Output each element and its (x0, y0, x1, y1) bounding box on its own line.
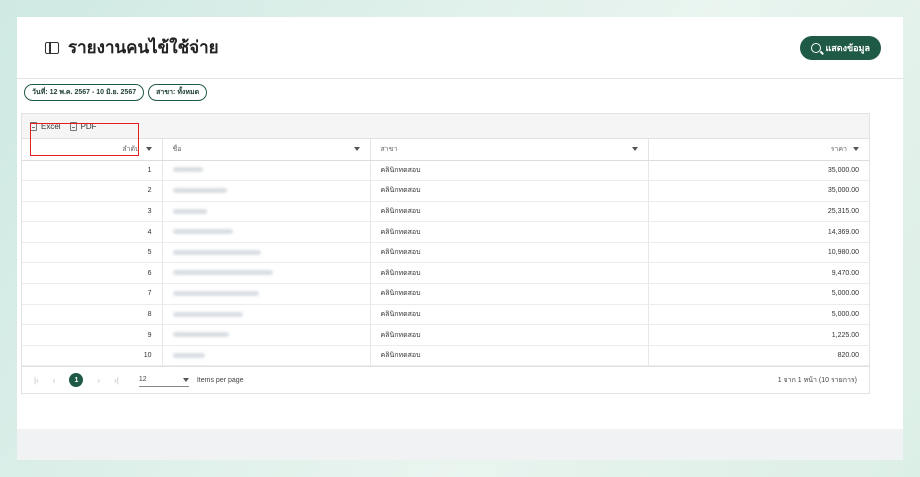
cell-branch: คลินิกทดสอบ (370, 324, 649, 346)
column-index-label: ลำดับ (122, 145, 140, 153)
cell-price: 5,000.00 (648, 304, 869, 326)
items-per-page-label: Items per page (196, 376, 244, 384)
cell-price: 5,000.00 (648, 283, 869, 305)
table-row[interactable]: 10 คลินิกทดสอบ 820.00 (22, 345, 869, 367)
branch-chip[interactable]: สาขา: ทั้งหมด (148, 84, 208, 101)
table-row[interactable]: 8 คลินิกทดสอบ 5,000.00 (22, 304, 869, 326)
cell-branch: คลินิกทดสอบ (370, 283, 649, 305)
cell-branch: คลินิกทดสอบ (370, 262, 649, 285)
cell-branch: คลินิกทดสอบ (370, 242, 649, 264)
first-page-icon[interactable]: |‹ (34, 376, 39, 385)
cell-index: 9 (22, 324, 163, 346)
cell-index: 6 (22, 262, 163, 285)
show-data-label: แสดงข้อมูล (825, 42, 870, 53)
table-row[interactable]: 2 คลินิกทดสอบ 35,000.00 (22, 180, 869, 202)
search-icon (811, 42, 822, 53)
sort-caret-icon[interactable] (145, 147, 152, 152)
excel-file-icon (30, 121, 37, 131)
cell-price: 35,000.00 (648, 160, 869, 182)
sort-caret-icon[interactable] (631, 147, 638, 152)
cell-name-redacted (162, 201, 371, 223)
cell-branch: คลินิกทดสอบ (370, 180, 649, 202)
cell-price: 1,225.00 (648, 324, 869, 346)
table-header-row: ลำดับ ชื่อ สาขา ราคา (22, 139, 869, 161)
pdf-file-icon (69, 121, 77, 131)
cell-branch: คลินิกทดสอบ (370, 345, 649, 367)
cell-name-redacted (162, 160, 371, 182)
column-header-branch[interactable]: สาขา (370, 139, 649, 161)
show-data-button[interactable]: แสดงข้อมูล (800, 35, 881, 60)
cell-name-redacted (162, 262, 371, 285)
table-row[interactable]: 5 คลินิกทดสอบ 10,980.00 (22, 242, 869, 264)
previous-page-icon[interactable]: ‹ (53, 376, 56, 385)
table-row[interactable]: 1 คลินิกทดสอบ 35,000.00 (22, 160, 869, 182)
page-size-value: 12 (138, 376, 147, 383)
cell-branch: คลินิกทดสอบ (370, 160, 649, 182)
column-branch-label: สาขา (380, 145, 398, 153)
column-name-label: ชื่อ (172, 145, 182, 153)
cell-branch: คลินิกทดสอบ (370, 221, 649, 243)
cell-name-redacted (162, 283, 371, 305)
page-title: รายงานคนไข้ใช้จ่าย (68, 38, 219, 57)
cell-name-redacted (162, 324, 371, 346)
page-button-current[interactable]: 1 (69, 373, 84, 387)
cell-index: 10 (22, 345, 163, 367)
last-page-icon[interactable]: ›| (114, 376, 119, 385)
report-table: ลำดับ ชื่อ สาขา ราคา 1 คลินิกทดสอบ 35,00… (22, 139, 869, 367)
next-page-icon[interactable]: › (97, 376, 100, 385)
table-row[interactable]: 6 คลินิกทดสอบ 9,470.00 (22, 262, 869, 285)
chevron-down-icon (182, 377, 189, 382)
filter-chips: วันที่: 12 พ.ค. 2567 - 10 มิ.ย. 2567 สาข… (24, 84, 208, 101)
cell-price: 25,315.00 (648, 201, 869, 223)
cell-name-redacted (162, 221, 371, 243)
cell-price: 9,470.00 (648, 262, 869, 285)
cell-price: 10,980.00 (648, 242, 869, 264)
cell-index: 3 (22, 201, 163, 223)
cell-name-redacted (162, 304, 371, 326)
export-toolbar: Excel PDF (22, 114, 869, 139)
footer-area (17, 429, 903, 460)
paginator: |‹ ‹ 1 › ›| 12 Items per page 1 จาก 1 หน… (22, 366, 869, 393)
cell-index: 5 (22, 242, 163, 264)
cell-name-redacted (162, 345, 371, 367)
page-size-select[interactable]: 12 (138, 373, 189, 387)
cell-branch: คลินิกทดสอบ (370, 201, 649, 223)
cell-branch: คลินิกทดสอบ (370, 304, 649, 326)
table-row[interactable]: 9 คลินิกทดสอบ 1,225.00 (22, 324, 869, 346)
cell-index: 7 (22, 283, 163, 305)
table-row[interactable]: 7 คลินิกทดสอบ 5,000.00 (22, 283, 869, 305)
cell-price: 14,369.00 (648, 221, 869, 243)
report-table-container: Excel PDF ลำดับ ชื่อ สาขา ราคา 1 คลินิกท… (21, 113, 870, 394)
excel-label: Excel (41, 121, 61, 131)
pagination-info: 1 จาก 1 หน้า (10 รายการ) (777, 376, 857, 384)
cell-index: 2 (22, 180, 163, 202)
cell-index: 4 (22, 221, 163, 243)
sort-caret-icon[interactable] (353, 147, 360, 152)
column-header-index[interactable]: ลำดับ (22, 139, 163, 161)
date-range-chip[interactable]: วันที่: 12 พ.ค. 2567 - 10 มิ.ย. 2567 (24, 84, 145, 101)
cell-name-redacted (162, 242, 371, 264)
cell-name-redacted (162, 180, 371, 202)
cell-price: 35,000.00 (648, 180, 869, 202)
cell-index: 1 (22, 160, 163, 182)
column-header-price[interactable]: ราคา (648, 139, 869, 161)
cell-index: 8 (22, 304, 163, 326)
sort-caret-icon[interactable] (853, 147, 859, 152)
export-pdf-button[interactable]: PDF (69, 121, 97, 131)
column-price-label: ราคา (830, 145, 847, 153)
cell-price: 820.00 (648, 345, 869, 367)
page-header: รายงานคนไข้ใช้จ่าย แสดงข้อมูล (17, 17, 903, 79)
export-excel-button[interactable]: Excel (30, 121, 61, 131)
table-row[interactable]: 4 คลินิกทดสอบ 14,369.00 (22, 221, 869, 243)
column-header-name[interactable]: ชื่อ (162, 139, 371, 161)
table-row[interactable]: 3 คลินิกทดสอบ 25,315.00 (22, 201, 869, 223)
sidebar-toggle-icon[interactable] (45, 42, 59, 54)
pdf-label: PDF (80, 121, 97, 131)
